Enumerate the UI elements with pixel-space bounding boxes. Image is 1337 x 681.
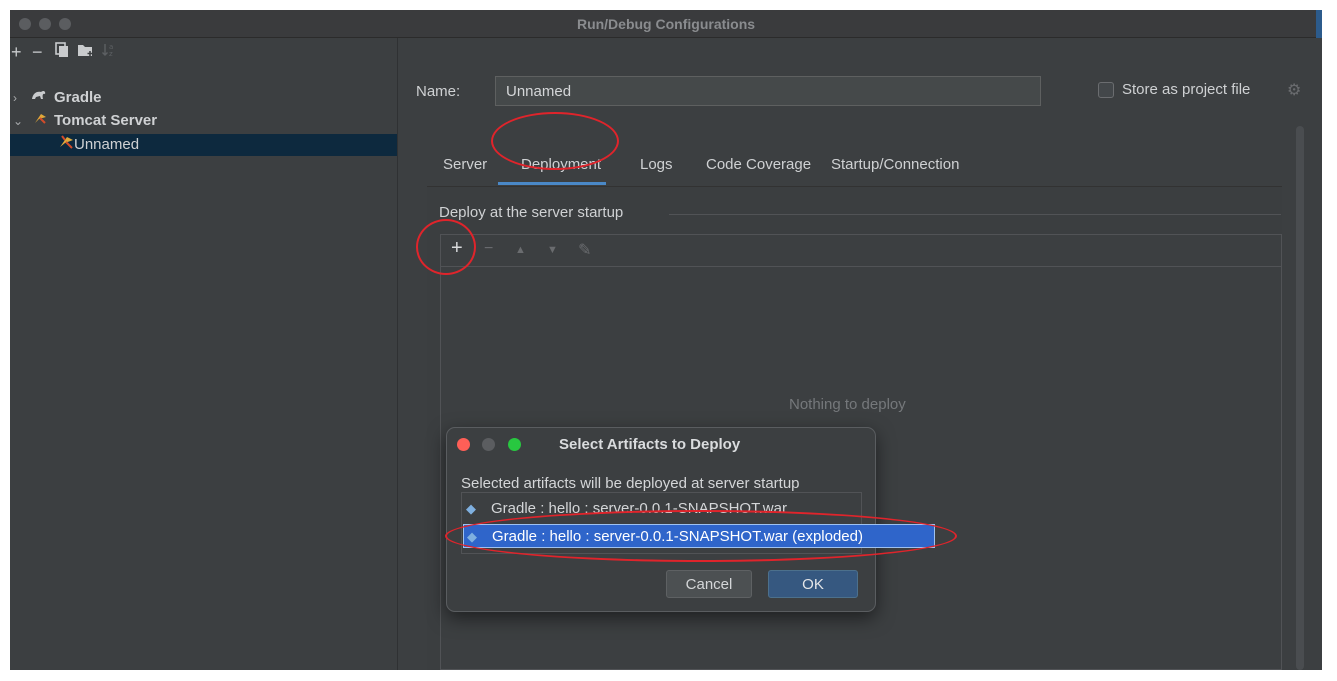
tree-item-label: Unnamed [74, 136, 140, 153]
artifact-icon: ◆ [466, 501, 476, 516]
move-up-button[interactable]: ▲ [515, 244, 526, 256]
tree-item-unnamed[interactable]: Unnamed [10, 134, 397, 156]
dialog-zoom-button[interactable] [508, 438, 521, 451]
sort-icon[interactable]: az [101, 42, 117, 64]
tab-code-coverage[interactable]: Code Coverage [706, 156, 811, 173]
name-input[interactable] [495, 76, 1041, 106]
annotation-ellipse-exploded-artifact [445, 510, 957, 562]
annotation-ellipse-deployment-tab [491, 112, 619, 170]
tree-item-label: Tomcat Server [54, 112, 158, 129]
add-config-button[interactable]: + [11, 42, 22, 62]
section-divider [669, 214, 1281, 215]
empty-list-text: Nothing to deploy [789, 396, 906, 413]
chevron-down-icon[interactable]: ⌄ [13, 110, 23, 132]
dialog-minimize-button [482, 438, 495, 451]
move-down-button[interactable]: ▼ [547, 244, 558, 256]
dialog-title: Select Artifacts to Deploy [559, 436, 741, 453]
vertical-scrollbar[interactable] [1296, 126, 1304, 670]
tab-logs[interactable]: Logs [640, 156, 673, 173]
tree-item-tomcat-server[interactable]: ⌄ Tomcat Server [10, 110, 397, 132]
tomcat-icon [33, 110, 48, 132]
store-as-project-file-checkbox[interactable] [1098, 82, 1114, 98]
copy-icon[interactable] [55, 42, 69, 62]
svg-text:z: z [109, 50, 113, 58]
deploy-section-title: Deploy at the server startup [439, 204, 624, 221]
ok-button[interactable]: OK [768, 570, 858, 598]
annotation-ellipse-add-button [416, 219, 476, 275]
title-bar: Run/Debug Configurations [10, 10, 1322, 38]
ide-window: Run/Debug Configurations + − az › Gradle [10, 10, 1322, 670]
dialog-close-button[interactable] [457, 438, 470, 451]
tree-toolbar: + − az [10, 42, 398, 64]
tree-item-gradle[interactable]: › Gradle [10, 87, 397, 109]
new-folder-icon[interactable] [77, 42, 95, 62]
tomcat-config-icon [59, 134, 75, 156]
deploy-toolbar: + − ▲ ▼ ✎ [440, 234, 1282, 266]
gear-icon[interactable]: ⚙ [1287, 80, 1301, 100]
edit-artifact-button[interactable]: ✎ [578, 240, 591, 260]
dialog-description: Selected artifacts will be deployed at s… [461, 475, 800, 492]
store-as-project-file-label: Store as project file [1122, 81, 1251, 98]
name-label: Name: [416, 83, 461, 100]
cancel-button[interactable]: Cancel [666, 570, 752, 598]
gradle-icon [31, 87, 47, 109]
remove-artifact-button[interactable]: − [484, 240, 493, 258]
active-tab-indicator [498, 182, 606, 185]
chevron-right-icon[interactable]: › [13, 87, 17, 109]
tab-server[interactable]: Server [443, 156, 487, 173]
tree-item-label: Gradle [54, 89, 102, 106]
window-title: Run/Debug Configurations [576, 16, 756, 32]
config-tree-panel: + − az › Gradle ⌄ Tomcat Server Unnamed [10, 38, 398, 670]
tab-startup-connection[interactable]: Startup/Connection [831, 156, 959, 173]
remove-config-button[interactable]: − [32, 42, 43, 62]
window-edge [1316, 10, 1322, 38]
